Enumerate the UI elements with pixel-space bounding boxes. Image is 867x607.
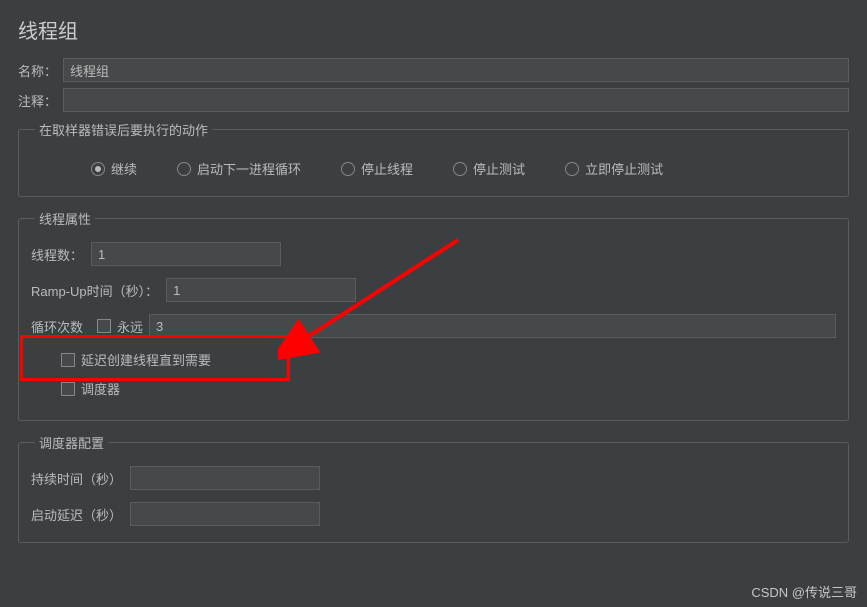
loop-label: 循环次数 bbox=[31, 317, 83, 336]
rampup-label: Ramp-Up时间（秒）： bbox=[31, 281, 158, 300]
radio-stop-test-now[interactable]: 立即停止测试 bbox=[565, 159, 663, 178]
radio-icon bbox=[177, 162, 191, 176]
error-action-group: 在取样器错误后要执行的动作 继续 启动下一进程循环 停止线程 停止测试 立即停止… bbox=[18, 120, 849, 197]
radio-stop-thread[interactable]: 停止线程 bbox=[341, 159, 413, 178]
scheduler-checkbox[interactable] bbox=[61, 382, 75, 396]
threads-field[interactable] bbox=[91, 242, 281, 266]
startup-delay-row: 启动延迟（秒） bbox=[31, 502, 836, 526]
radio-continue[interactable]: 继续 bbox=[91, 159, 137, 178]
thread-properties-group: 线程属性 线程数： Ramp-Up时间（秒）： 循环次数 永远 延迟创建线程直到… bbox=[18, 209, 849, 421]
loop-row: 循环次数 永远 bbox=[31, 314, 836, 338]
comment-label: 注释： bbox=[18, 91, 63, 110]
radio-icon bbox=[565, 162, 579, 176]
radio-label: 停止线程 bbox=[361, 159, 413, 178]
loop-count-field[interactable] bbox=[149, 314, 836, 338]
radio-label: 继续 bbox=[111, 159, 137, 178]
radio-icon bbox=[341, 162, 355, 176]
forever-checkbox[interactable] bbox=[97, 319, 111, 333]
comment-field[interactable] bbox=[63, 88, 849, 112]
comment-row: 注释： bbox=[18, 88, 849, 112]
radio-label: 启动下一进程循环 bbox=[197, 159, 301, 178]
threads-row: 线程数： bbox=[31, 242, 836, 266]
startup-delay-field[interactable] bbox=[130, 502, 320, 526]
radio-next-loop[interactable]: 启动下一进程循环 bbox=[177, 159, 301, 178]
name-label: 名称： bbox=[18, 61, 63, 80]
rampup-field[interactable] bbox=[166, 278, 356, 302]
startup-delay-label: 启动延迟（秒） bbox=[31, 505, 122, 524]
thread-properties-legend: 线程属性 bbox=[35, 209, 95, 228]
delay-create-label: 延迟创建线程直到需要 bbox=[81, 350, 211, 369]
rampup-row: Ramp-Up时间（秒）： bbox=[31, 278, 836, 302]
name-row: 名称： bbox=[18, 58, 849, 82]
forever-label: 永远 bbox=[117, 317, 143, 336]
scheduler-config-legend: 调度器配置 bbox=[35, 433, 108, 452]
scheduler-config-group: 调度器配置 持续时间（秒） 启动延迟（秒） bbox=[18, 433, 849, 543]
radio-icon bbox=[91, 162, 105, 176]
panel-title: 线程组 bbox=[18, 15, 849, 44]
error-action-legend: 在取样器错误后要执行的动作 bbox=[35, 120, 212, 139]
scheduler-label: 调度器 bbox=[81, 379, 120, 398]
radio-label: 立即停止测试 bbox=[585, 159, 663, 178]
radio-stop-test[interactable]: 停止测试 bbox=[453, 159, 525, 178]
name-field[interactable] bbox=[63, 58, 849, 82]
watermark: CSDN @传说三哥 bbox=[751, 582, 857, 601]
radio-icon bbox=[453, 162, 467, 176]
radio-row: 继续 启动下一进程循环 停止线程 停止测试 立即停止测试 bbox=[31, 153, 836, 184]
radio-label: 停止测试 bbox=[473, 159, 525, 178]
scheduler-row[interactable]: 调度器 bbox=[31, 379, 836, 398]
delay-create-row[interactable]: 延迟创建线程直到需要 bbox=[31, 350, 836, 369]
duration-field[interactable] bbox=[130, 466, 320, 490]
delay-create-checkbox[interactable] bbox=[61, 353, 75, 367]
threads-label: 线程数： bbox=[31, 245, 83, 264]
duration-row: 持续时间（秒） bbox=[31, 466, 836, 490]
duration-label: 持续时间（秒） bbox=[31, 469, 122, 488]
